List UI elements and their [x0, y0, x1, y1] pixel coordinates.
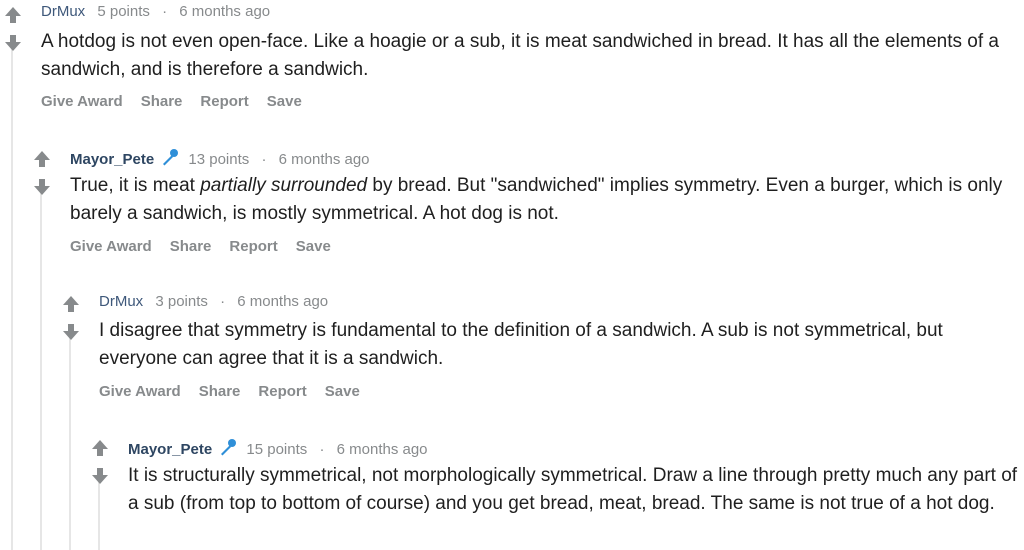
arrow-down-icon[interactable]	[90, 466, 110, 486]
separator-dot: ·	[220, 293, 226, 310]
comment-points: 13 points	[188, 151, 250, 168]
report-button[interactable]: Report	[229, 238, 277, 255]
arrow-up-icon[interactable]	[61, 294, 81, 314]
separator-dot: ·	[261, 151, 267, 168]
save-button[interactable]: Save	[296, 238, 331, 255]
comment-points: 3 points	[155, 293, 208, 310]
comment-points: 15 points	[246, 441, 308, 458]
microphone-icon	[218, 437, 238, 463]
thread-line[interactable]	[40, 189, 42, 550]
thread-line[interactable]	[69, 334, 71, 550]
arrow-up-icon[interactable]	[32, 149, 52, 169]
comment-points: 5 points	[97, 3, 150, 20]
separator-dot: ·	[319, 441, 325, 458]
comment-author[interactable]: DrMux	[99, 293, 143, 310]
arrow-down-icon[interactable]	[61, 322, 81, 342]
thread-line[interactable]	[98, 478, 100, 550]
report-button[interactable]: Report	[258, 383, 306, 400]
comment-timestamp[interactable]: 6 months ago	[179, 3, 270, 20]
share-button[interactable]: Share	[199, 383, 241, 400]
arrow-down-icon[interactable]	[3, 33, 23, 53]
comment-author[interactable]: Mayor_Pete	[128, 441, 212, 458]
give-award-button[interactable]: Give Award	[99, 383, 181, 400]
arrow-up-icon[interactable]	[3, 5, 23, 25]
save-button[interactable]: Save	[325, 383, 360, 400]
share-button[interactable]: Share	[141, 93, 183, 110]
comment-body: True, it is meat partially surrounded by…	[70, 175, 1003, 224]
comment-timestamp[interactable]: 6 months ago	[237, 293, 328, 310]
comment-body: I disagree that symmetry is fundamental …	[99, 320, 943, 369]
give-award-button[interactable]: Give Award	[41, 93, 123, 110]
arrow-down-icon[interactable]	[32, 177, 52, 197]
comment-timestamp[interactable]: 6 months ago	[337, 441, 428, 458]
give-award-button[interactable]: Give Award	[70, 238, 152, 255]
comment-timestamp[interactable]: 6 months ago	[279, 151, 370, 168]
report-button[interactable]: Report	[200, 93, 248, 110]
save-button[interactable]: Save	[267, 93, 302, 110]
separator-dot: ·	[162, 3, 168, 20]
comment-body: A hotdog is not even open-face. Like a h…	[41, 31, 999, 80]
arrow-up-icon[interactable]	[90, 438, 110, 458]
share-button[interactable]: Share	[170, 238, 212, 255]
microphone-icon	[160, 147, 180, 173]
comment-author[interactable]: Mayor_Pete	[70, 151, 154, 168]
comment-body: It is structurally symmetrical, not morp…	[128, 465, 1018, 514]
comment-author[interactable]: DrMux	[41, 3, 85, 20]
thread-line[interactable]	[11, 44, 13, 550]
